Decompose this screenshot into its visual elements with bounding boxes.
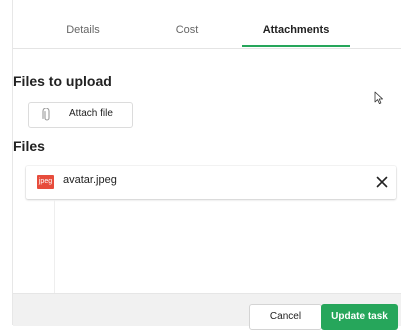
file-name: avatar.jpeg — [63, 174, 117, 186]
task-dialog: Details Cost Attachments Files to upload… — [12, 0, 401, 330]
active-tab-indicator — [242, 45, 350, 47]
mouse-cursor-icon — [374, 91, 383, 104]
update-task-button[interactable]: Update task — [321, 304, 398, 330]
dialog-footer: Cancel Update task — [13, 293, 401, 330]
jpeg-file-icon: jpeg — [37, 175, 54, 189]
files-to-upload-heading: Files to upload — [13, 73, 112, 89]
files-heading: Files — [13, 138, 45, 154]
tab-bar: Details Cost Attachments — [13, 0, 401, 49]
tab-attachments[interactable]: Attachments — [242, 0, 350, 48]
close-icon[interactable] — [373, 173, 391, 191]
tab-cost[interactable]: Cost — [137, 0, 237, 48]
empty-area-guide — [54, 200, 55, 293]
tab-details[interactable]: Details — [33, 0, 133, 48]
file-item: jpeg avatar.jpeg — [26, 166, 396, 199]
attach-file-button[interactable]: Attach file — [28, 102, 133, 128]
cancel-button[interactable]: Cancel — [249, 304, 322, 330]
paperclip-icon — [42, 108, 50, 121]
attach-file-label: Attach file — [69, 108, 113, 119]
